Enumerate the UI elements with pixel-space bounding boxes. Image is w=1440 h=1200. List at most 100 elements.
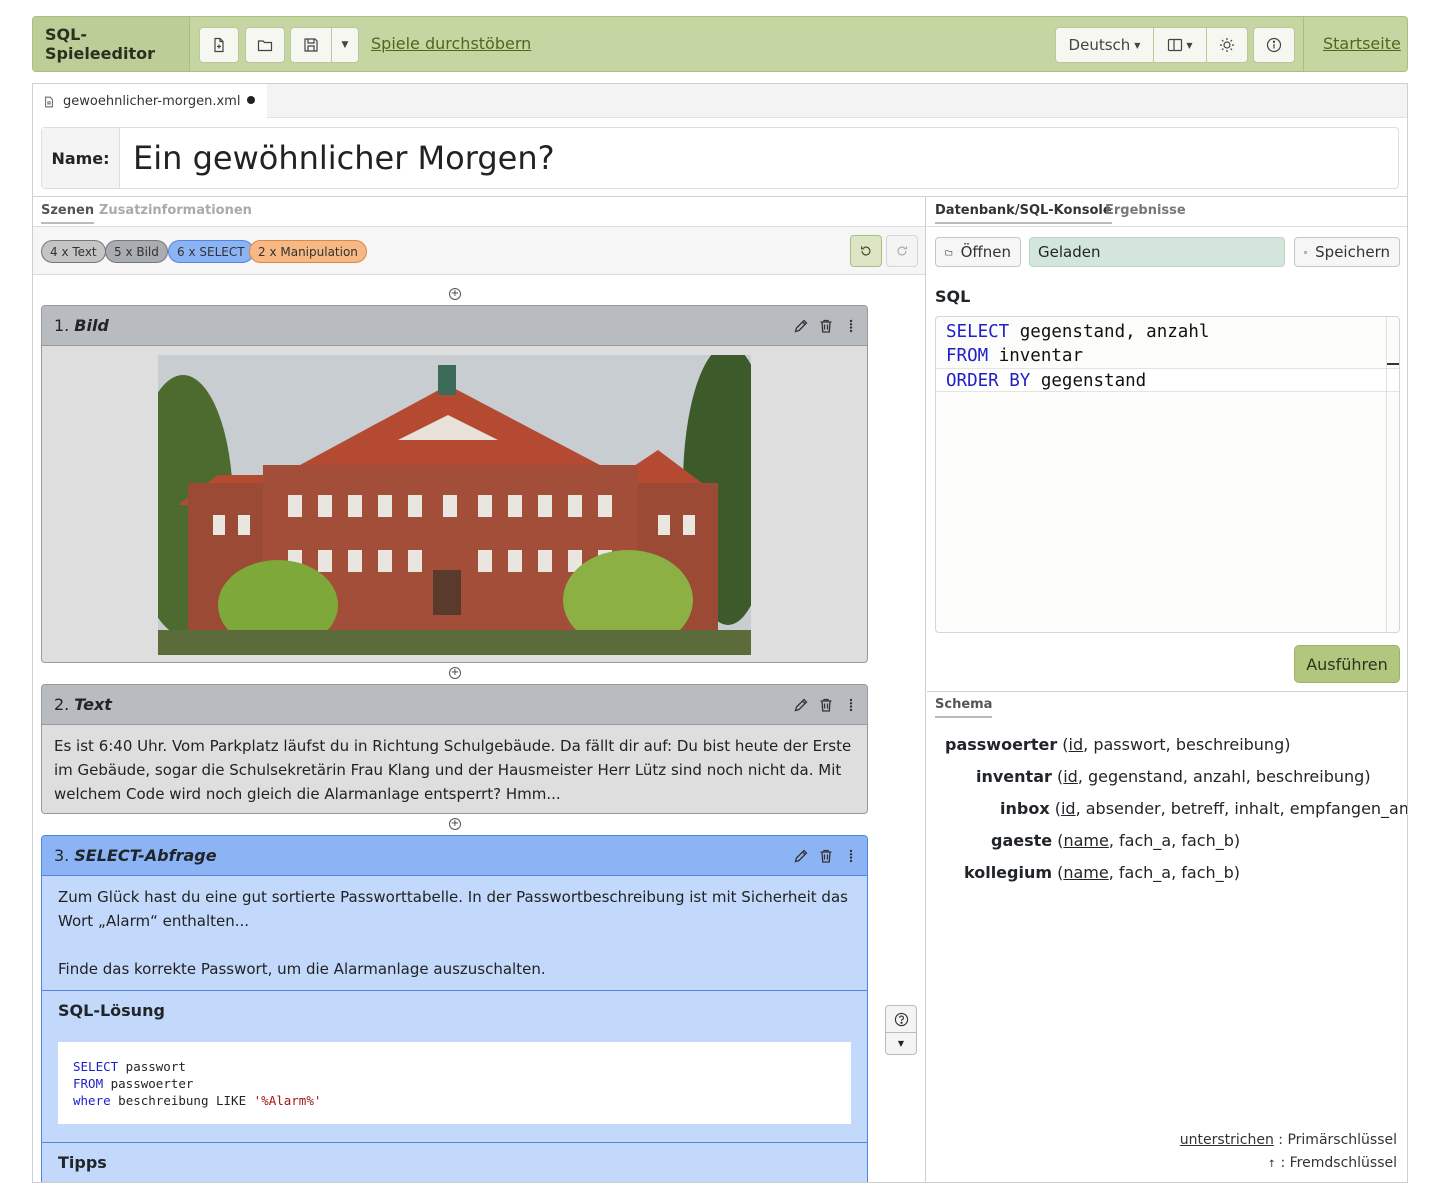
language-dropdown[interactable]: Deutsch ▼	[1055, 27, 1154, 63]
save-database-label: Speichern	[1315, 243, 1390, 261]
scene-card-text: 2. Text Es ist 6:40 Uhr. Vom Parkplatz l…	[41, 684, 868, 814]
scene-text-paragraph: Zum Glück hast du eine gut sortierte Pas…	[58, 888, 848, 930]
database-status: Geladen	[1029, 237, 1285, 267]
pencil-icon[interactable]	[793, 848, 809, 864]
layout-dropdown[interactable]: ▼	[1153, 27, 1207, 63]
caret-down-icon: ▼	[897, 1039, 905, 1048]
schema-table-inbox: inbox (id, absender, betreff, inhalt, em…	[1000, 799, 1408, 818]
browse-games-link[interactable]: Spiele durchstöbern	[371, 34, 531, 53]
tab-database-console[interactable]: Datenbank/SQL-Konsole	[935, 203, 1112, 224]
undo-button[interactable]	[850, 235, 882, 267]
code-line: where beschreibung LIKE '%Alarm%'	[73, 1093, 322, 1108]
save-database-button[interactable]: Speichern	[1294, 237, 1400, 267]
sql-editor-line-current: ORDER BY gegenstand	[936, 368, 1399, 392]
open-database-button[interactable]: Öffnen	[935, 237, 1021, 267]
app-brand[interactable]: SQL-Spieleeditor	[33, 17, 190, 71]
top-navbar: SQL-Spieleeditor ▼ Spiele durchstöbern D…	[32, 16, 1408, 72]
add-scene-button[interactable]: +	[449, 818, 461, 830]
database-pane: Datenbank/SQL-Konsole Ergebnisse Öffnen …	[927, 197, 1408, 1182]
badge-manipulation-count: 2 x Manipulation	[249, 240, 367, 263]
legend-primary-key: unterstrichen : Primärschlüssel	[1179, 1132, 1397, 1148]
sql-solution-title: SQL-Lösung	[58, 1001, 165, 1020]
redo-button[interactable]	[886, 235, 918, 267]
scene-tools	[793, 697, 859, 713]
game-name-field: Name: Ein gewöhnlicher Morgen?	[41, 127, 1399, 189]
file-tab[interactable]: gewoehnlicher-morgen.xml	[33, 84, 267, 119]
scene-number: 1.	[54, 316, 70, 335]
drag-handle-icon[interactable]	[843, 318, 859, 334]
open-file-button[interactable]	[245, 27, 285, 63]
scenes-pane: Szenen Zusatzinformationen 4 x Text 5 x …	[33, 197, 926, 1182]
code-line: SELECT passwort	[73, 1059, 186, 1074]
tab-results[interactable]: Ergebnisse	[1105, 203, 1186, 218]
scene-header: 1. Bild	[42, 306, 867, 346]
tips-section: Tipps	[42, 1142, 867, 1182]
undo-icon	[861, 246, 871, 256]
editor-frame: gewoehnlicher-morgen.xml Name: Ein gewöh…	[32, 83, 1408, 1183]
save-options-dropdown[interactable]: ▼	[331, 27, 359, 63]
help-button[interactable]	[886, 1006, 916, 1033]
new-file-icon	[214, 37, 224, 53]
caret-down-icon: ▼	[1186, 40, 1193, 50]
nav-separator	[1303, 17, 1304, 71]
sql-solution-section: SQL-Lösung SELECT passwort FROM passwoer…	[42, 990, 867, 1134]
school-building-image	[158, 355, 751, 655]
sun-icon	[1220, 38, 1234, 52]
sql-editor[interactable]: SELECT gegenstand, anzahl FROM inventar …	[935, 316, 1400, 633]
tab-additional-info[interactable]: Zusatzinformationen	[99, 203, 252, 218]
badge-text-count: 4 x Text	[41, 240, 106, 263]
split-layout-icon	[1168, 38, 1183, 52]
scene-tools	[793, 318, 859, 334]
pencil-icon[interactable]	[793, 318, 809, 334]
scene-help-widget: ▼	[885, 1005, 917, 1055]
info-button[interactable]	[1253, 27, 1295, 63]
folder-icon	[945, 249, 953, 255]
language-label: Deutsch	[1068, 36, 1131, 54]
open-database-label: Öffnen	[960, 243, 1011, 261]
trash-icon[interactable]	[818, 848, 834, 864]
scene-title: SELECT-Abfrage	[74, 846, 217, 865]
schema-divider	[927, 691, 1407, 692]
scene-number: 3.	[54, 846, 70, 865]
save-file-button[interactable]	[290, 27, 332, 63]
schema-table-passwoerter: passwoerter (id, passwort, beschreibung)	[945, 735, 1291, 754]
caret-down-icon: ▼	[1134, 40, 1141, 50]
badge-select-count: 6 x SELECT	[168, 240, 254, 263]
sql-editor-line: FROM inventar	[946, 346, 1083, 366]
add-scene-button[interactable]: +	[449, 667, 461, 679]
help-expand-button[interactable]: ▼	[886, 1033, 916, 1054]
scene-summary-bar: 4 x Text 5 x Bild 6 x SELECT 2 x Manipul…	[33, 227, 925, 275]
home-link[interactable]: Startseite	[1323, 34, 1401, 53]
sql-label: SQL	[935, 287, 971, 306]
right-tab-bar: Datenbank/SQL-Konsole Ergebnisse	[927, 197, 1407, 227]
new-file-button[interactable]	[199, 27, 239, 63]
unsaved-indicator	[247, 96, 255, 104]
trash-icon[interactable]	[818, 318, 834, 334]
scene-tools	[793, 848, 859, 864]
scene-description: Zum Glück hast du eine gut sortierte Pas…	[42, 876, 867, 990]
trash-icon[interactable]	[818, 697, 834, 713]
caret-down-icon: ▼	[341, 40, 349, 50]
tips-title: Tipps	[58, 1153, 107, 1172]
scene-title: Text	[74, 695, 112, 714]
sql-solution-code[interactable]: SELECT passwort FROM passwoerter where b…	[58, 1042, 851, 1124]
editor-scroll-thumb[interactable]	[1387, 363, 1399, 365]
tab-schema[interactable]: Schema	[935, 697, 993, 718]
info-icon	[1266, 37, 1282, 53]
name-label: Name:	[42, 128, 120, 188]
legend-foreign-key: ↑ : Fremdschlüssel	[1267, 1155, 1397, 1171]
drag-handle-icon[interactable]	[843, 697, 859, 713]
scene-title: Bild	[74, 316, 109, 335]
pencil-icon[interactable]	[793, 697, 809, 713]
tab-scenes[interactable]: Szenen	[41, 203, 95, 224]
run-query-button[interactable]: Ausführen	[1294, 645, 1400, 683]
scene-text: Es ist 6:40 Uhr. Vom Parkplatz läufst du…	[54, 737, 852, 803]
drag-handle-icon[interactable]	[843, 848, 859, 864]
left-tab-bar: Szenen Zusatzinformationen	[33, 197, 925, 227]
theme-toggle-button[interactable]	[1206, 27, 1248, 63]
scene-number: 2.	[54, 695, 70, 714]
folder-icon	[257, 40, 273, 52]
name-input[interactable]: Ein gewöhnlicher Morgen?	[120, 128, 1398, 188]
scene-card-select: 3. SELECT-Abfrage Zum Glück hast du eine…	[41, 835, 868, 1182]
add-scene-button[interactable]: +	[449, 288, 461, 300]
